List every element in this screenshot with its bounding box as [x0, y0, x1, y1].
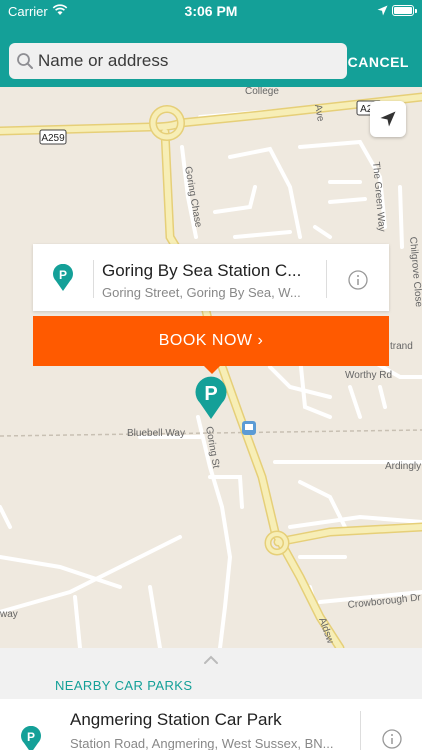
clock: 3:06 PM [184, 3, 238, 19]
battery-icon [392, 5, 417, 16]
list-item-address: Station Road, Angmering, West Sussex, BN… [70, 736, 334, 750]
nearby-sheet[interactable]: NEARBY CAR PARKS P Angmering Station Car… [0, 648, 422, 750]
search-input[interactable] [38, 43, 338, 79]
car-park-callout[interactable]: P Goring By Sea Station C... Goring Stre… [33, 244, 389, 311]
map-label-college: College [245, 87, 279, 97]
divider [326, 260, 327, 298]
parking-pin-icon: P [20, 725, 42, 750]
callout-address: Goring Street, Goring By Sea, W... [102, 285, 301, 300]
map-label-ave: Ave [312, 104, 326, 123]
svg-text:P: P [59, 268, 67, 282]
svg-text:P: P [204, 383, 217, 405]
divider [360, 711, 361, 750]
divider [93, 260, 94, 298]
map-label-ardingly: Ardingly D [385, 461, 422, 472]
map-label-chilgrove-close: Chilgrove Close [407, 236, 422, 308]
locate-me-button[interactable] [370, 101, 406, 137]
nearby-header: NEARBY CAR PARKS [55, 678, 193, 693]
parking-pin-icon: P [52, 263, 74, 297]
search-icon [16, 52, 34, 75]
info-icon[interactable] [348, 270, 368, 295]
map-label-worthy-rd: Worthy Rd [345, 370, 392, 381]
parking-map-marker-icon[interactable]: P [194, 376, 228, 425]
list-item[interactable]: P Angmering Station Car Park Station Roa… [0, 699, 422, 750]
top-bar: Carrier 3:06 PM CANCEL [0, 0, 422, 87]
info-icon[interactable] [382, 729, 402, 750]
book-now-button[interactable]: BOOK NOW › [33, 316, 389, 366]
chevron-up-icon[interactable] [203, 652, 219, 670]
status-bar: Carrier 3:06 PM [0, 0, 422, 22]
callout-title: Goring By Sea Station C... [102, 261, 302, 280]
search-bar[interactable] [9, 43, 347, 79]
map-label-way: way [0, 609, 18, 620]
map-label-goring-chase: Goring Chase [182, 166, 204, 229]
cancel-button[interactable]: CANCEL [348, 54, 409, 70]
map-label-bluebell-way: Bluebell Way [127, 428, 185, 439]
road-shield-a259: A259 [41, 133, 65, 144]
list-item-title: Angmering Station Car Park [70, 710, 282, 729]
map-label-trand: trand [390, 341, 413, 352]
callout-pointer [203, 365, 221, 374]
location-arrow-icon [377, 4, 388, 19]
map-label-the-green-way: The Green Way [370, 161, 387, 232]
navigation-arrow-icon [380, 111, 396, 127]
svg-text:P: P [27, 730, 35, 744]
